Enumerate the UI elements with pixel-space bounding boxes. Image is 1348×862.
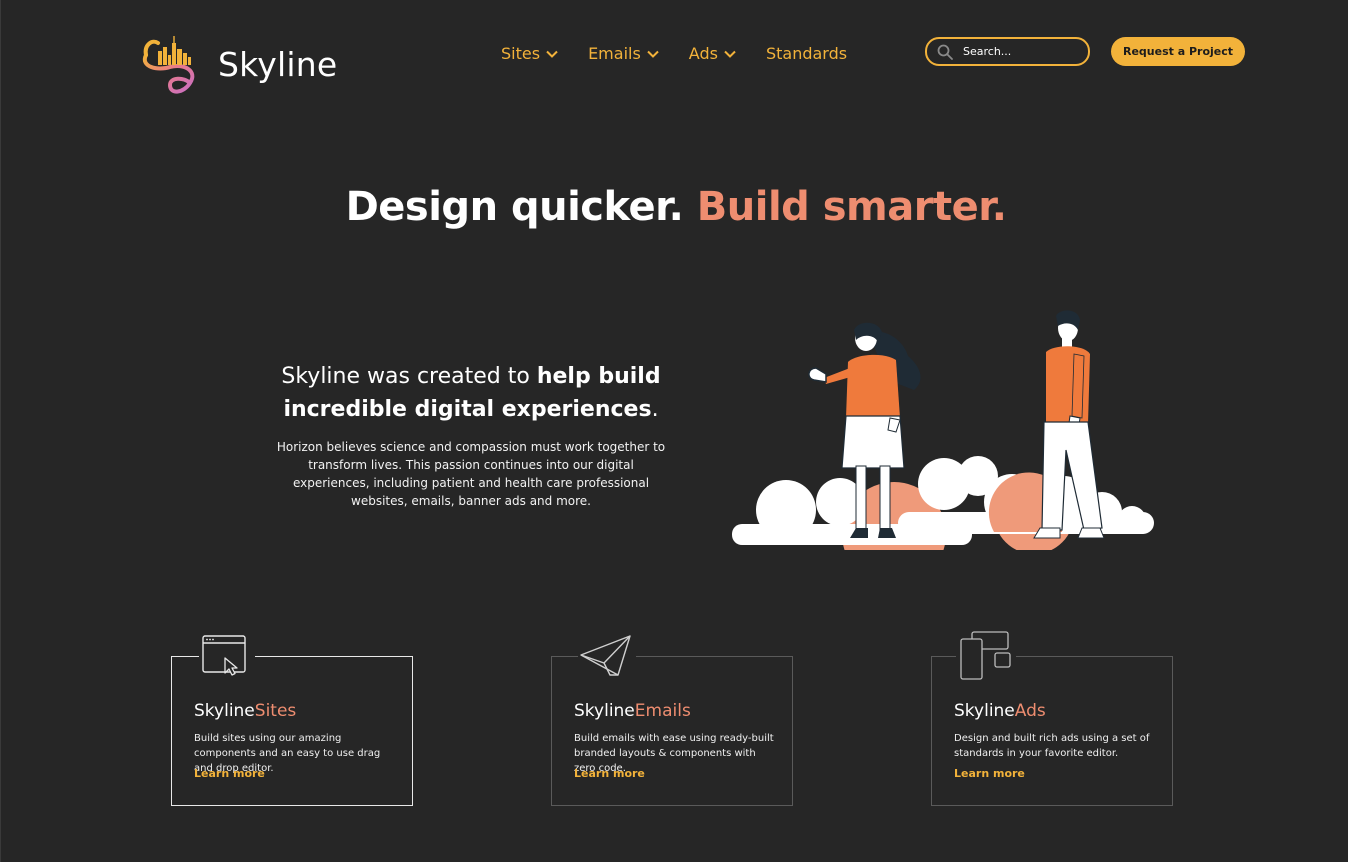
main-nav: Sites Emails Ads Standards (501, 44, 877, 63)
intro-lead: Skyline was created to help build incred… (270, 360, 672, 426)
chevron-down-icon (647, 50, 659, 58)
intro-lead-post: . (651, 397, 659, 422)
card-skyline-ads[interactable]: SkylineAds Design and built rich ads usi… (931, 631, 1173, 806)
ad-layouts-icon (960, 631, 1011, 680)
nav-item-label: Sites (501, 44, 541, 63)
nav-item-ads[interactable]: Ads (689, 44, 736, 63)
logo-text: Skyline (218, 44, 338, 84)
chevron-down-icon (724, 50, 736, 58)
logo[interactable]: Skyline (140, 33, 337, 97)
card-title-product: Ads (1014, 701, 1046, 721)
search-input[interactable] (961, 44, 1085, 59)
intro-lead-pre: Skyline was created to (281, 364, 537, 389)
card-title-brand: Skyline (194, 701, 255, 721)
search-icon (937, 44, 953, 60)
nav-item-label: Emails (588, 44, 641, 63)
card-title-product: Sites (254, 701, 297, 721)
hero-title-accent: Build smarter. (696, 184, 1007, 230)
learn-more-link[interactable]: Learn more (194, 767, 265, 780)
learn-more-link[interactable]: Learn more (574, 767, 645, 780)
paper-plane-icon (580, 635, 631, 676)
hero-title-main: Design quicker. (345, 184, 697, 230)
people-clouds-illustration (732, 310, 1154, 550)
card-title-product: Emails (634, 701, 691, 721)
card-title: SkylineAds (954, 701, 1046, 721)
browser-cursor-icon (202, 635, 246, 676)
card-skyline-emails[interactable]: SkylineEmails Build emails with ease usi… (551, 635, 793, 806)
chevron-down-icon (546, 50, 558, 58)
intro-section: Skyline was created to help build incred… (270, 360, 672, 510)
request-project-button[interactable]: Request a Project (1111, 37, 1245, 66)
card-skyline-sites[interactable]: SkylineSites Build sites using our amazi… (171, 635, 413, 806)
card-title: SkylineSites (194, 701, 296, 721)
card-title-brand: Skyline (954, 701, 1015, 721)
nav-item-sites[interactable]: Sites (501, 44, 558, 63)
nav-item-standards[interactable]: Standards (766, 44, 847, 63)
search-box[interactable] (925, 37, 1090, 66)
nav-item-label: Ads (688, 44, 718, 63)
hero-title: Design quicker. Build smarter. (0, 184, 1348, 230)
card-description: Design and built rich ads using a set of… (954, 733, 1150, 759)
learn-more-link[interactable]: Learn more (954, 767, 1025, 780)
skyline-logo-icon (142, 36, 195, 94)
nav-item-emails[interactable]: Emails (588, 44, 659, 63)
card-title-brand: Skyline (574, 701, 635, 721)
nav-item-label: Standards (765, 44, 848, 63)
card-title: SkylineEmails (574, 701, 691, 721)
intro-body: Horizon believes science and compassion … (276, 440, 666, 508)
